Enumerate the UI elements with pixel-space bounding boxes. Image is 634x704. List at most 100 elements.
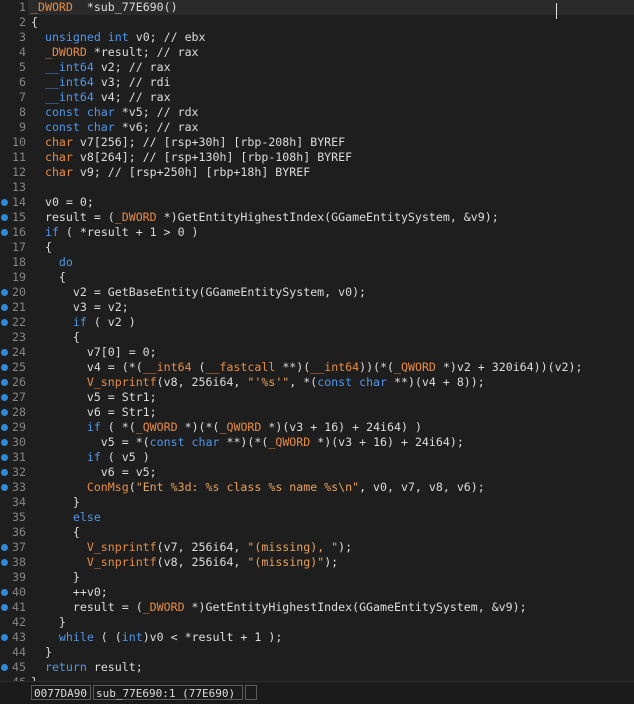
code-token: _QWORD: [135, 420, 178, 434]
breakpoint-dot-icon[interactable]: [1, 349, 8, 356]
code-token: (v8, 256i64,: [156, 375, 248, 389]
code-line[interactable]: 5 __int64 v2; // rax: [0, 60, 634, 75]
code-line[interactable]: 38 V_snprintf(v8, 256i64, "(missing)");: [0, 555, 634, 570]
code-line[interactable]: 10 char v7[256]; // [rsp+30h] [rbp-208h]…: [0, 135, 634, 150]
code-line[interactable]: 2{: [0, 15, 634, 30]
code-line[interactable]: 15 result = (_DWORD *)GetEntityHighestIn…: [0, 210, 634, 225]
code-line[interactable]: 44 }: [0, 645, 634, 660]
code-line[interactable]: 24 v7[0] = 0;: [0, 345, 634, 360]
breakpoint-dot-icon[interactable]: [1, 424, 8, 431]
code-line[interactable]: 37 V_snprintf(v7, 256i64, "(missing), ")…: [0, 540, 634, 555]
code-line[interactable]: 30 v5 = *(const char **)(*(_QWORD *)(v3 …: [0, 435, 634, 450]
code-line[interactable]: 39 }: [0, 570, 634, 585]
code-line[interactable]: 14 v0 = 0;: [0, 195, 634, 210]
code-text: {: [31, 330, 80, 345]
breakpoint-dot-icon[interactable]: [1, 544, 8, 551]
line-number: 20: [12, 285, 26, 299]
code-line[interactable]: 42 }: [0, 615, 634, 630]
code-line[interactable]: 22 if ( v2 ): [0, 315, 634, 330]
code-line[interactable]: 21 v3 = v2;: [0, 300, 634, 315]
breakpoint-dot-icon[interactable]: [1, 469, 8, 476]
code-line[interactable]: 28 v6 = Str1;: [0, 405, 634, 420]
line-number: 21: [12, 300, 26, 314]
code-line[interactable]: 23 {: [0, 330, 634, 345]
code-line[interactable]: 25 v4 = (*(__int64 (__fastcall **)(__int…: [0, 360, 634, 375]
code-line[interactable]: 12 char v9; // [rsp+250h] [rbp+18h] BYRE…: [0, 165, 634, 180]
code-token: do: [58, 255, 73, 269]
pseudocode-editor[interactable]: 1 _DWORD *sub_77E690() 2{3 unsigned int v0…: [0, 0, 634, 681]
code-token: if: [72, 315, 87, 329]
breakpoint-dot-icon[interactable]: [1, 559, 8, 566]
line-number: 35: [12, 510, 26, 524]
line-number: 26: [12, 375, 26, 389]
breakpoint-dot-icon[interactable]: [1, 394, 8, 401]
code-line[interactable]: 36 {: [0, 525, 634, 540]
line-number: 11: [12, 150, 26, 164]
code-line[interactable]: 9 const char *v6; // rax: [0, 120, 634, 135]
breakpoint-dot-icon[interactable]: [1, 484, 8, 491]
code-line[interactable]: 33 ConMsg("Ent %3d: %s class %s name %s\…: [0, 480, 634, 495]
code-text: else: [31, 510, 101, 525]
code-text: v5 = *(const char **)(*(_QWORD *)(v3 + 1…: [31, 435, 464, 450]
code-line[interactable]: 19 {: [0, 270, 634, 285]
code-line[interactable]: 7 __int64 v4; // rax: [0, 90, 634, 105]
code-line[interactable]: 20 v2 = GetBaseEntity(GGameEntitySystem,…: [0, 285, 634, 300]
code-line[interactable]: 41 result = (_DWORD *)GetEntityHighestIn…: [0, 600, 634, 615]
breakpoint-dot-icon[interactable]: [1, 199, 8, 206]
code-token: v4; // rax: [93, 90, 171, 104]
breakpoint-dot-icon[interactable]: [1, 304, 8, 311]
code-token: v9; // [rsp+250h] [rbp+18h] BYREF: [72, 165, 311, 179]
code-line[interactable]: 40 ++v0;: [0, 585, 634, 600]
code-line[interactable]: 27 v5 = Str1;: [0, 390, 634, 405]
code-token: v5 = *(: [31, 435, 150, 449]
breakpoint-dot-icon[interactable]: [1, 289, 8, 296]
breakpoint-dot-icon[interactable]: [1, 439, 8, 446]
code-line[interactable]: 34 }: [0, 495, 634, 510]
code-line[interactable]: 43 while ( (int)v0 < *result + 1 );: [0, 630, 634, 645]
code-text: const char *v6; // rax: [31, 120, 199, 135]
code-line[interactable]: 29 if ( *(_QWORD *)(*(_QWORD *)(v3 + 16)…: [0, 420, 634, 435]
line-number: 30: [12, 435, 26, 449]
line-number: 32: [12, 465, 26, 479]
code-line[interactable]: 35 else: [0, 510, 634, 525]
breakpoint-dot-icon[interactable]: [1, 214, 8, 221]
breakpoint-dot-icon[interactable]: [1, 379, 8, 386]
code-line[interactable]: 31 if ( v5 ): [0, 450, 634, 465]
code-line[interactable]: 4 _DWORD *result; // rax: [0, 45, 634, 60]
breakpoint-dot-icon[interactable]: [1, 409, 8, 416]
code-line[interactable]: 11 char v8[264]; // [rsp+130h] [rbp-108h…: [0, 150, 634, 165]
breakpoint-dot-icon[interactable]: [1, 634, 8, 641]
breakpoint-dot-icon[interactable]: [1, 604, 8, 611]
line-number: 18: [12, 255, 26, 269]
code-line[interactable]: 17 {: [0, 240, 634, 255]
code-line[interactable]: 18 do: [0, 255, 634, 270]
line-number: 9: [19, 120, 26, 134]
breakpoint-dot-icon[interactable]: [1, 454, 8, 461]
breakpoint-dot-icon[interactable]: [1, 589, 8, 596]
code-line[interactable]: 8 const char *v5; // rdx: [0, 105, 634, 120]
breakpoint-dot-icon[interactable]: [1, 664, 8, 671]
code-line[interactable]: 1 _DWORD *sub_77E690(): [0, 0, 634, 15]
code-token: "(missing)": [247, 555, 325, 569]
code-line[interactable]: 16 if ( *result + 1 > 0 ): [0, 225, 634, 240]
code-token: *)(v3 + 16) + 24i64);: [310, 435, 464, 449]
code-line[interactable]: 3 unsigned int v0; // ebx: [0, 30, 634, 45]
breakpoint-dot-icon[interactable]: [1, 364, 8, 371]
code-line[interactable]: 26 V_snprintf(v8, 256i64, "'%s'", *(cons…: [0, 375, 634, 390]
code-line[interactable]: 45 return result;: [0, 660, 634, 675]
code-token: __int64: [44, 90, 94, 104]
breakpoint-dot-icon[interactable]: [1, 229, 8, 236]
code-line[interactable]: 13: [0, 180, 634, 195]
code-line[interactable]: 32 v6 = v5;: [0, 465, 634, 480]
code-line[interactable]: 6 __int64 v3; // rdi: [0, 75, 634, 90]
code-token: if: [44, 225, 59, 239]
code-text: ++v0;: [31, 585, 108, 600]
breakpoint-dot-icon[interactable]: [1, 319, 8, 326]
